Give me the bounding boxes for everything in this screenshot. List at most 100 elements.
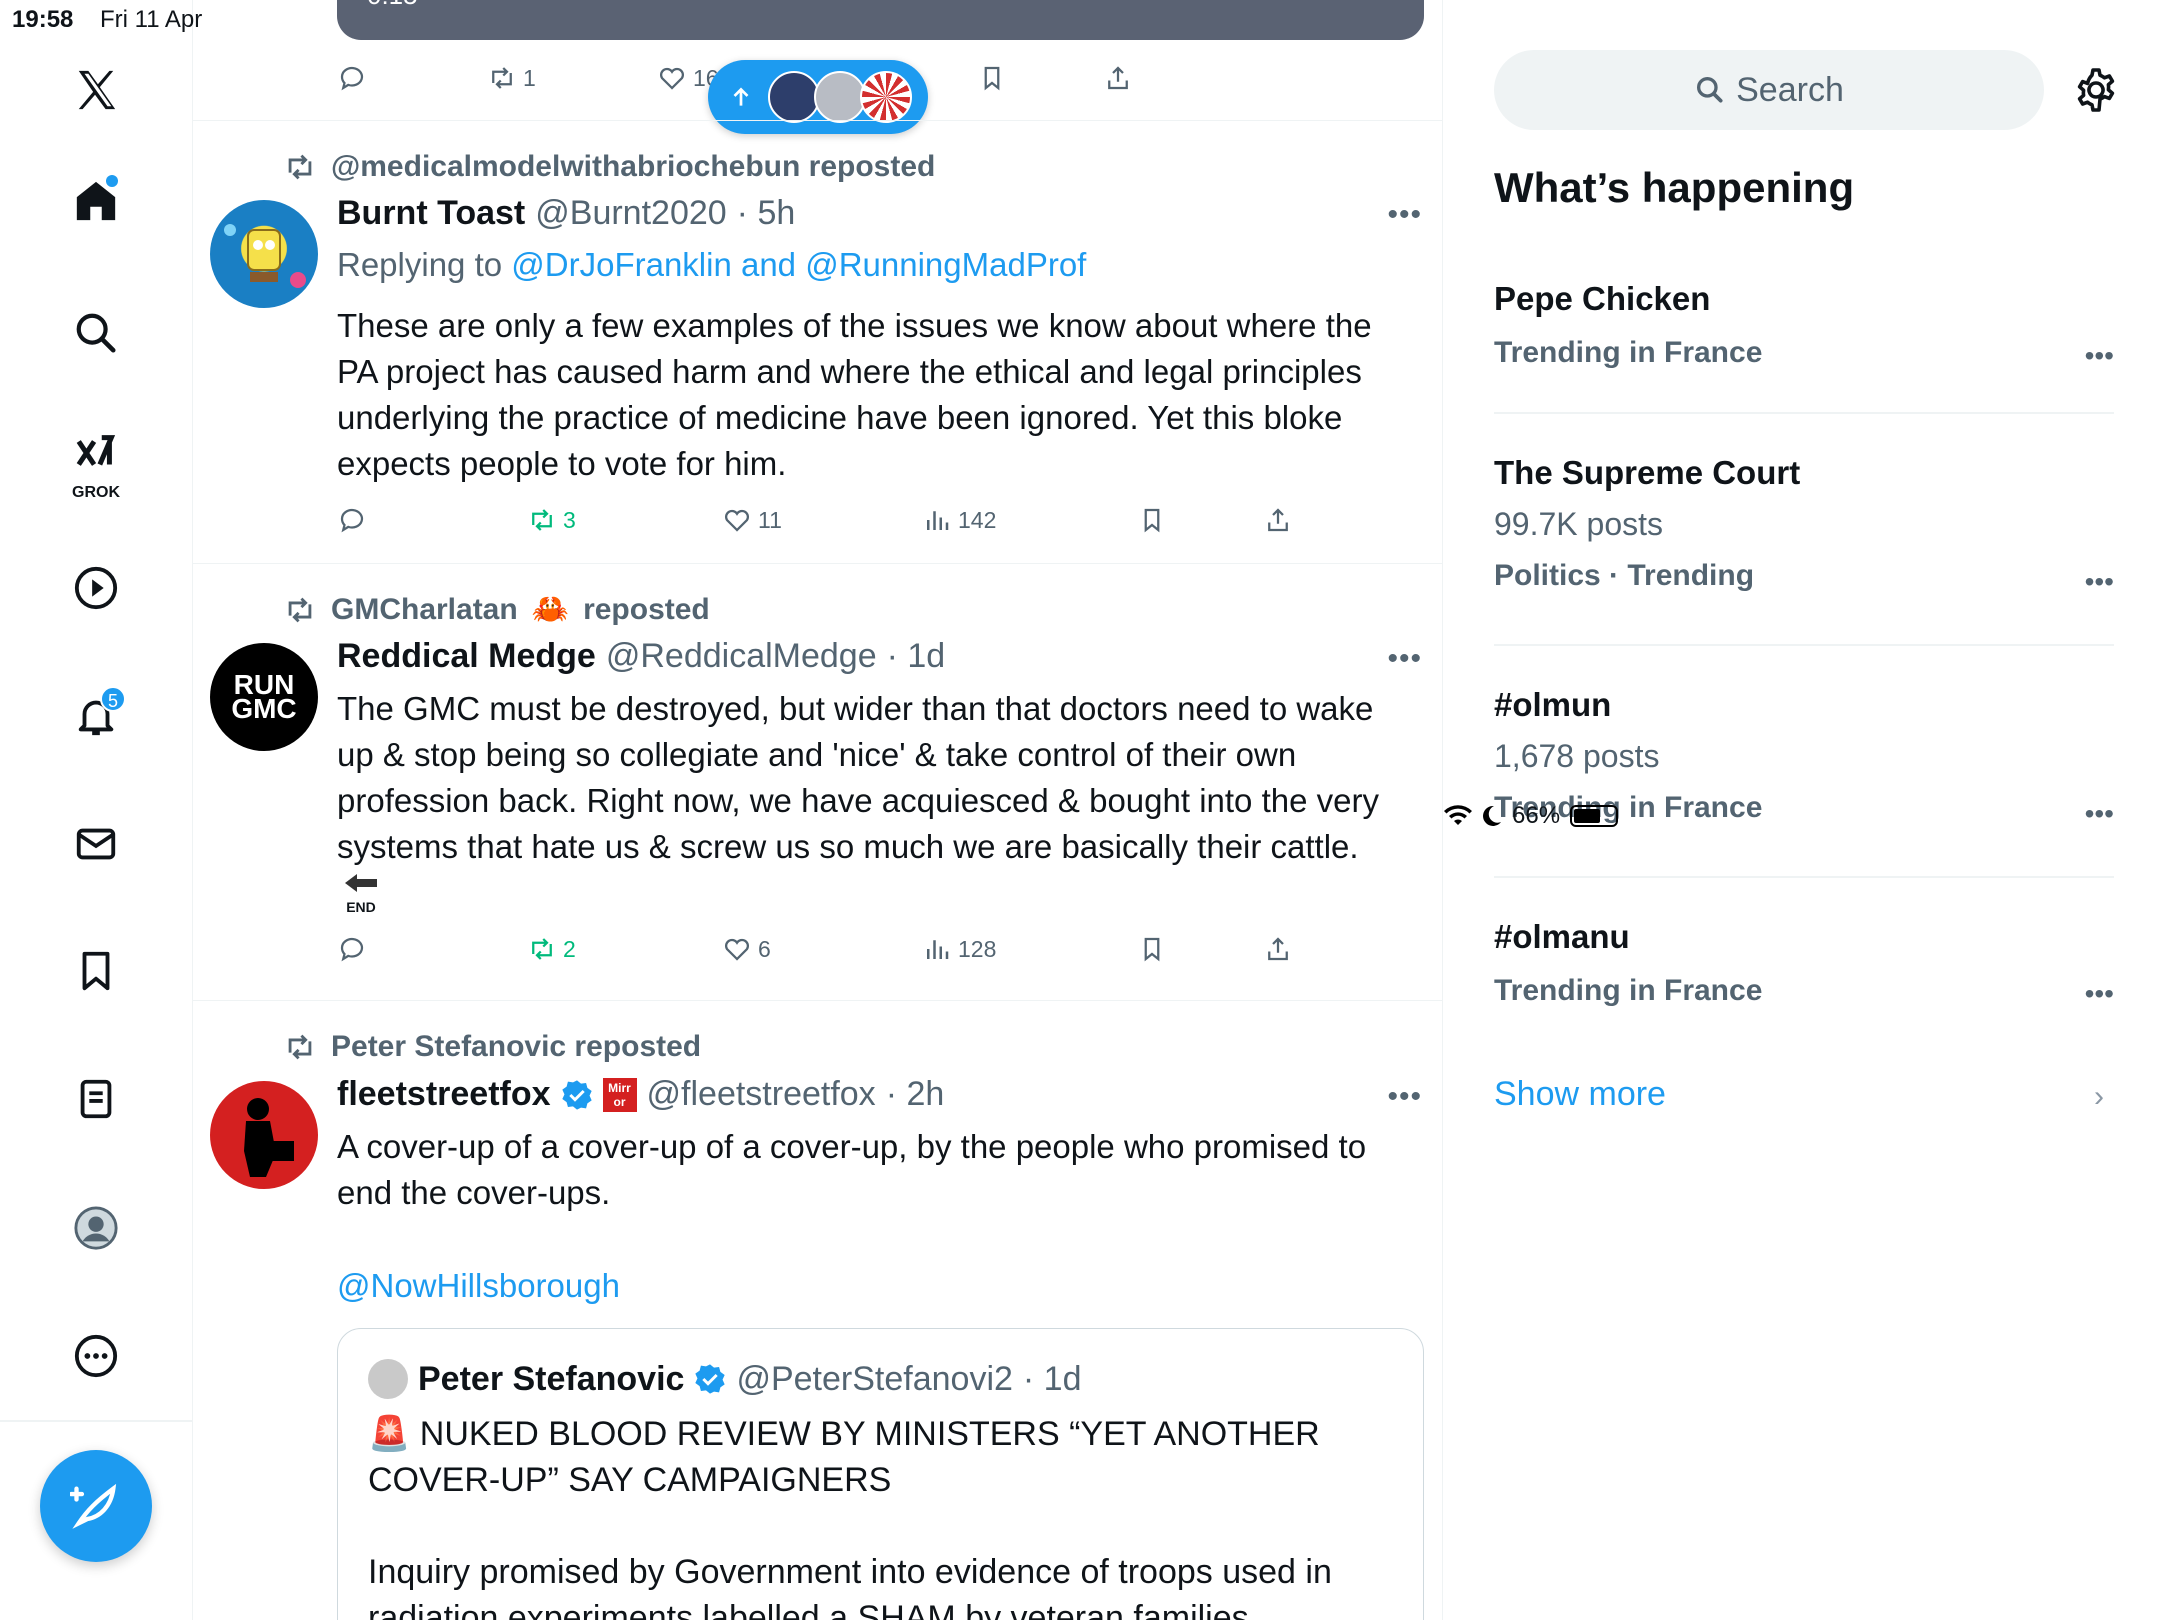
replying-to-link[interactable]: @DrJoFranklin and @RunningMadProf bbox=[511, 246, 1086, 283]
end-arrow-icon bbox=[345, 874, 377, 892]
share-icon bbox=[1108, 66, 1128, 90]
views-button[interactable]: 128 bbox=[922, 929, 996, 969]
home-icon[interactable] bbox=[60, 165, 132, 237]
like-count: 6 bbox=[758, 935, 771, 962]
post-actions: 2 6 128 bbox=[337, 929, 1424, 969]
reposted-by-label: @medicalmodelwithabriochebun reposted bbox=[331, 150, 936, 183]
bookmark-icon bbox=[984, 66, 1000, 91]
like-button[interactable]: 6 bbox=[722, 929, 771, 969]
repost-button[interactable]: 3 bbox=[527, 500, 576, 540]
arrow-up-icon bbox=[733, 87, 749, 106]
compose-post-button[interactable] bbox=[40, 1450, 152, 1562]
bookmarks-icon[interactable] bbox=[60, 935, 132, 1007]
bookmark-button[interactable] bbox=[1137, 500, 1167, 540]
reposted-by: Peter Stefanovic reposted bbox=[283, 1030, 701, 1064]
like-heart-icon bbox=[724, 938, 750, 961]
battery-icon bbox=[1570, 805, 1619, 827]
quoted-post-time: · 1d bbox=[1022, 1359, 1082, 1398]
reposted-by-label: GMCharlatan bbox=[331, 592, 518, 626]
avatar-text-gmc: GMC bbox=[231, 693, 297, 724]
views-count: 128 bbox=[958, 935, 997, 962]
messages-envelope-icon[interactable] bbox=[60, 808, 132, 880]
more-options-icon[interactable]: ••• bbox=[1387, 642, 1422, 676]
author-name[interactable]: Reddical Medge bbox=[337, 637, 596, 676]
author-handle[interactable]: @Burnt2020 bbox=[535, 194, 726, 233]
author-name[interactable]: fleetstreetfox bbox=[337, 1075, 551, 1114]
reposted-suffix: reposted bbox=[583, 592, 710, 626]
share-button[interactable] bbox=[1263, 500, 1293, 540]
bookmark-button[interactable] bbox=[1137, 929, 1167, 969]
more-options-icon[interactable]: ••• bbox=[1387, 1080, 1422, 1114]
grok-icon[interactable]: GROK bbox=[60, 420, 132, 501]
post-time: · 5h bbox=[736, 194, 796, 232]
reply-button[interactable] bbox=[337, 58, 367, 98]
replying-to: Replying to @DrJoFranklin and @RunningMa… bbox=[337, 246, 1086, 284]
post-header: fleetstreetfox Mirr or @fleetstreetfox ·… bbox=[337, 1075, 944, 1114]
quoted-body: Inquiry promised by Government into evid… bbox=[368, 1553, 1332, 1620]
reposted-by-label: Peter Stefanovic reposted bbox=[331, 1030, 702, 1063]
left-navigation: GROK 5 bbox=[0, 0, 193, 1620]
new-posts-pill[interactable] bbox=[708, 60, 928, 134]
like-heart-icon bbox=[659, 67, 685, 90]
quoted-post-header: Peter Stefanovic @PeterStefanovi2 · 1d bbox=[368, 1359, 1082, 1399]
repost-button[interactable]: 1 bbox=[487, 58, 536, 98]
notifications-bell-icon[interactable]: 5 bbox=[60, 680, 132, 752]
avatar[interactable] bbox=[210, 200, 318, 308]
repost-count: 1 bbox=[523, 64, 536, 91]
bookmark-button[interactable] bbox=[977, 58, 1007, 98]
reply-button[interactable] bbox=[337, 929, 367, 969]
x-logo-icon[interactable] bbox=[60, 54, 132, 126]
quoted-avatar[interactable] bbox=[368, 1359, 408, 1399]
search-icon[interactable] bbox=[60, 297, 132, 369]
reply-button[interactable] bbox=[337, 500, 367, 540]
pill-avatar bbox=[768, 71, 820, 123]
video-play-icon[interactable] bbox=[60, 552, 132, 624]
views-count: 142 bbox=[958, 506, 997, 533]
mirror-badge: Mirr or bbox=[602, 1077, 637, 1112]
author-name[interactable]: Burnt Toast bbox=[337, 194, 525, 233]
pill-avatar bbox=[860, 71, 912, 123]
quoted-post[interactable]: Peter Stefanovic @PeterStefanovi2 · 1d 🚨… bbox=[337, 1328, 1424, 1620]
moon-icon bbox=[1483, 805, 1501, 826]
lists-icon[interactable] bbox=[60, 1063, 132, 1135]
share-icon bbox=[1268, 937, 1288, 961]
author-handle[interactable]: @fleetstreetfox bbox=[647, 1075, 876, 1114]
post-header: Burnt Toast @Burnt2020 · 5h bbox=[337, 194, 795, 233]
profile-avatar-icon[interactable] bbox=[60, 1192, 132, 1264]
wifi-icon bbox=[1444, 805, 1472, 825]
share-button[interactable] bbox=[1103, 58, 1133, 98]
post-text: A cover-up of a cover-up of a cover-up, … bbox=[337, 1128, 1367, 1211]
end-arrow-emoji: END bbox=[341, 872, 381, 915]
reply-icon bbox=[340, 937, 364, 962]
verified-badge-icon bbox=[695, 1364, 726, 1394]
repost-count: 2 bbox=[563, 935, 576, 962]
author-handle[interactable]: @ReddicalMedge bbox=[606, 637, 877, 676]
post-header: Reddical Medge @ReddicalMedge · 1d bbox=[337, 637, 945, 676]
nav-divider bbox=[0, 1420, 193, 1422]
crab-emoji: 🦀 bbox=[531, 593, 570, 626]
repost-icon bbox=[288, 597, 312, 622]
mention-link[interactable]: @NowHillsborough bbox=[337, 1263, 1417, 1309]
post-divider bbox=[193, 1000, 1442, 1001]
spongebob-avatar-image bbox=[224, 224, 306, 288]
quoted-post-text: 🚨 NUKED BLOOD REVIEW BY MINISTERS “YET A… bbox=[368, 1411, 1398, 1620]
repost-icon bbox=[288, 1034, 312, 1060]
repost-button[interactable]: 2 bbox=[527, 929, 576, 969]
avatar[interactable]: RUN GMC bbox=[210, 643, 318, 751]
reply-icon bbox=[340, 66, 364, 91]
views-chart-icon bbox=[927, 940, 949, 959]
post-time: · 1d bbox=[886, 637, 946, 675]
timeline-feed[interactable]: 0:15 1 16 @medicalmodelwithabriochebun r bbox=[193, 0, 1443, 1620]
share-button[interactable] bbox=[1263, 929, 1293, 969]
reposted-by: @medicalmodelwithabriochebun reposted bbox=[283, 150, 935, 184]
avatar[interactable] bbox=[210, 1081, 318, 1189]
views-button[interactable]: 142 bbox=[922, 500, 996, 540]
repost-icon bbox=[492, 67, 512, 89]
share-icon bbox=[1268, 508, 1288, 532]
more-options-icon[interactable] bbox=[60, 1320, 132, 1392]
compose-feather-icon bbox=[70, 1483, 117, 1529]
post-time: · 2h bbox=[885, 1075, 945, 1113]
more-options-icon[interactable]: ••• bbox=[1387, 198, 1422, 232]
repost-icon bbox=[532, 509, 552, 531]
like-button[interactable]: 11 bbox=[722, 500, 782, 540]
